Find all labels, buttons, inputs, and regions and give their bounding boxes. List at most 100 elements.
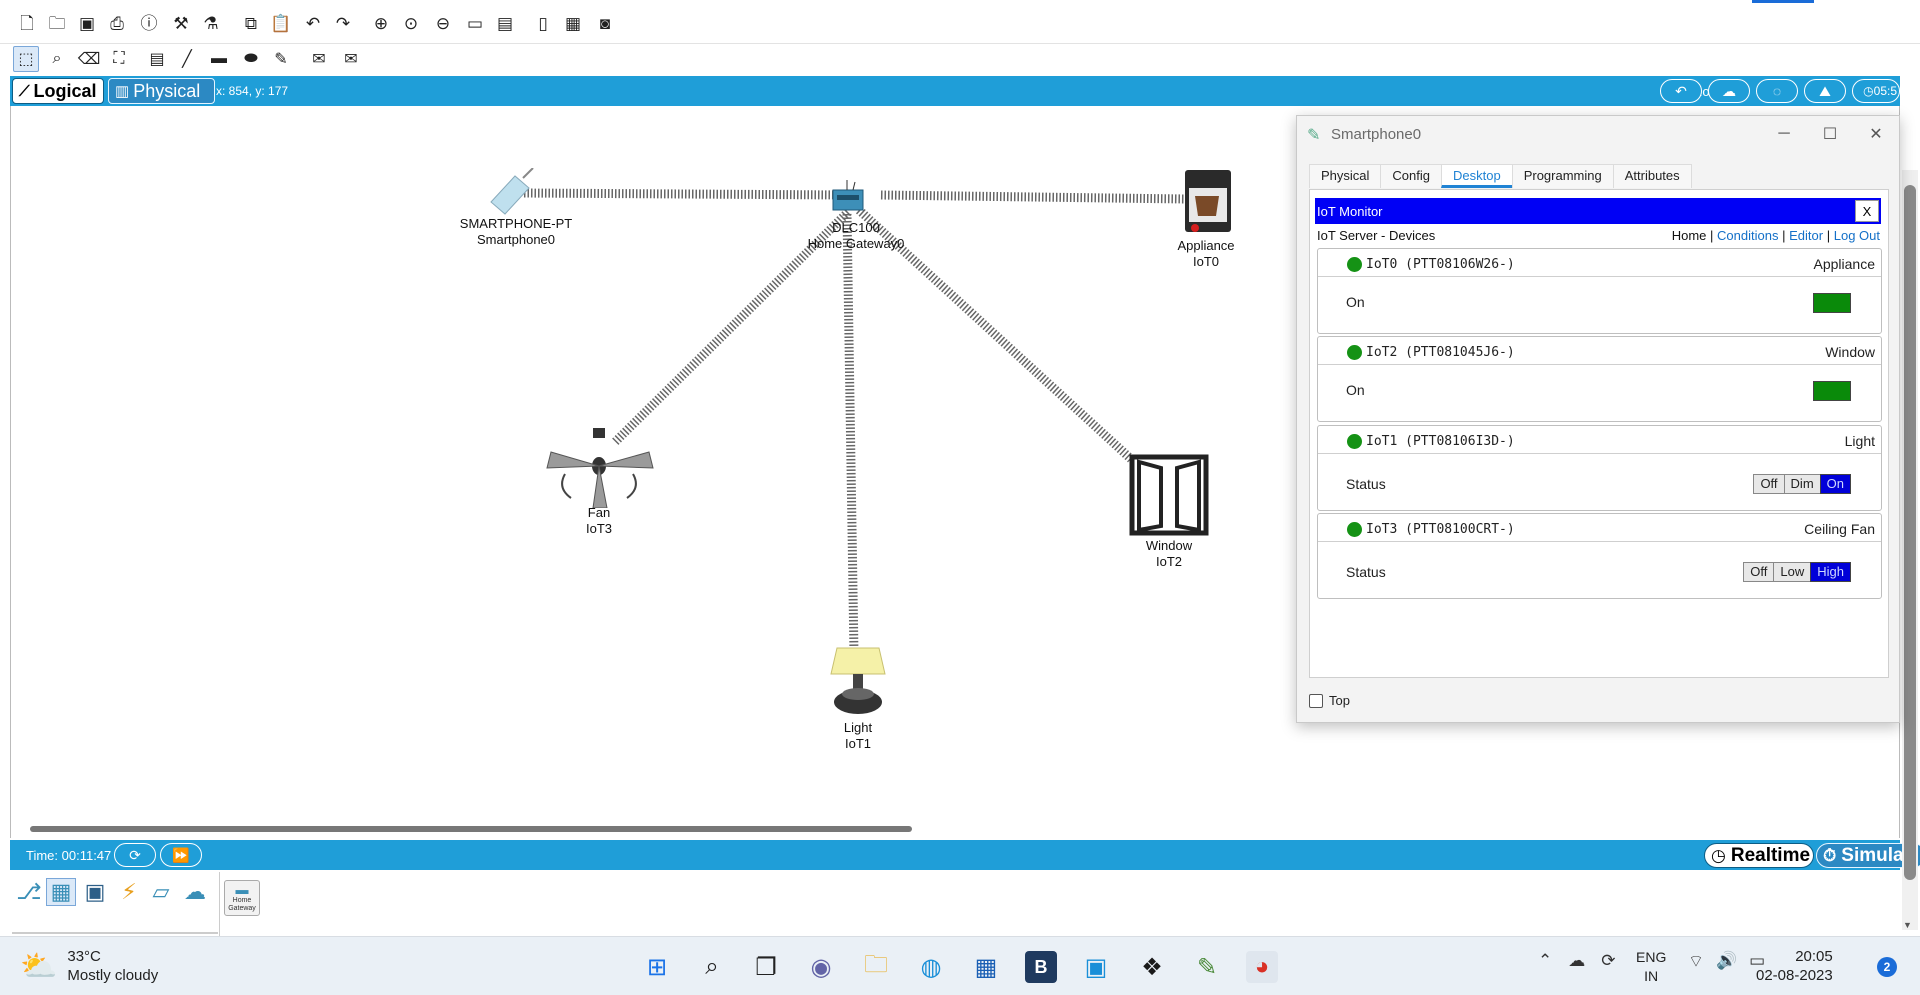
top-checkbox-box[interactable] (1309, 693, 1323, 708)
resize-shape-icon[interactable]: ⛶ (106, 46, 132, 72)
delete-icon[interactable]: ⌫ (76, 46, 102, 72)
new-file-icon[interactable]: 🗋 (16, 12, 38, 34)
tab-config[interactable]: Config (1380, 164, 1442, 188)
info-icon[interactable]: ⓘ (138, 12, 160, 34)
light-on-button[interactable]: On (1819, 474, 1851, 494)
dropbox-icon[interactable]: ❖ (1136, 951, 1168, 983)
back-icon[interactable]: ↶ (1660, 79, 1702, 103)
display-app-icon[interactable]: ▣ (1080, 951, 1112, 983)
home-gateway-icon[interactable] (827, 178, 869, 214)
device-card-header[interactable]: IoT3 (PTT08100CRT-) Ceiling Fan (1318, 514, 1881, 542)
close-icon[interactable]: ✕ (1853, 116, 1899, 152)
fan-device-icon[interactable] (541, 426, 657, 509)
inspect-icon[interactable]: ⌕ (44, 46, 70, 72)
weather-widget[interactable]: ⛅ 33°C Mostly cloudy (20, 947, 158, 985)
components-icon[interactable]: ▣ (80, 878, 110, 906)
place-note-icon[interactable]: ▤ (144, 46, 170, 72)
appliance-coffee-maker-icon[interactable] (1181, 166, 1235, 236)
clock-pill[interactable]: ◷ 05:5 (1852, 79, 1900, 103)
undo-icon[interactable]: ↶ (302, 12, 324, 34)
tab-desktop[interactable]: Desktop (1441, 164, 1513, 188)
device-card-header[interactable]: IoT1 (PTT08106I3D-) Light (1318, 426, 1881, 454)
window-device-icon[interactable] (1129, 454, 1209, 536)
zoom-in-icon[interactable]: ⊕ (370, 12, 392, 34)
device-card-header[interactable]: IoT2 (PTT081045J6-) Window (1318, 337, 1881, 365)
device-dialog-icon[interactable]: ▦ (562, 12, 584, 34)
freeform-icon[interactable]: ✎ (268, 46, 294, 72)
draw-ellipse-icon[interactable]: ⬬ (238, 46, 264, 72)
home-gateway-palette-item[interactable]: ▬ Home Gateway (224, 880, 260, 916)
paste-icon[interactable]: 📋 (270, 12, 292, 34)
edge-browser-icon[interactable]: ◍ (915, 951, 947, 983)
scroll-down-icon[interactable]: ▼ (1903, 920, 1912, 930)
taskbar-clock[interactable]: 20:05 02-08-2023 (1756, 947, 1833, 985)
drawing-palette-icon[interactable]: ▭ (464, 12, 486, 34)
window-titlebar[interactable]: ✎ Smartphone0 ─ ☐ ✕ (1297, 116, 1899, 152)
light-lamp-icon[interactable] (827, 646, 889, 720)
maximize-icon[interactable]: ☐ (1807, 116, 1853, 152)
teams-chat-icon[interactable]: ◉ (805, 951, 837, 983)
zoom-reset-icon[interactable]: ⊙ (400, 12, 422, 34)
connections-icon[interactable]: ⚡ (114, 878, 144, 906)
add-simple-pdu-icon[interactable]: ✉ (306, 46, 332, 72)
notification-badge[interactable]: 2 (1877, 957, 1897, 977)
file-explorer-icon[interactable]: 🗀 (860, 951, 892, 983)
viewport-icon[interactable]: ◌ (1756, 79, 1798, 103)
network-info-icon[interactable]: ⚗ (200, 12, 222, 34)
top-checkbox[interactable]: Top (1309, 693, 1350, 708)
horizontal-scrollbar[interactable] (30, 826, 912, 832)
monitor-close-button[interactable]: X (1855, 200, 1879, 222)
multiuser-icon[interactable]: ☁ (180, 878, 210, 906)
realtime-mode-button[interactable]: ◷ Realtime (1704, 843, 1814, 868)
notes-icon[interactable]: ▯ (532, 12, 554, 34)
custom-device-icon[interactable]: ▤ (494, 12, 516, 34)
booking-app-icon[interactable]: B (1025, 951, 1057, 983)
print-icon[interactable]: ⎙ (106, 12, 128, 34)
windows-start-icon[interactable]: ⊞ (641, 951, 673, 983)
onedrive-cloud-icon[interactable]: ☁ (1568, 951, 1585, 971)
nav-editor[interactable]: Editor (1789, 228, 1823, 243)
fan-low-button[interactable]: Low (1773, 562, 1812, 582)
light-dim-button[interactable]: Dim (1783, 474, 1821, 494)
power-cycle-icon[interactable]: ⟳ (114, 843, 156, 867)
tab-attributes[interactable]: Attributes (1612, 164, 1692, 188)
environment-icon[interactable]: ⛰ (1804, 79, 1846, 103)
add-complex-pdu-icon[interactable]: ✉ (338, 46, 364, 72)
draw-line-icon[interactable]: ╱ (174, 46, 200, 72)
select-tool-icon[interactable]: ⬚ (13, 46, 39, 72)
tab-physical-window[interactable]: Physical (1309, 164, 1382, 188)
network-devices-icon[interactable]: ⎇ (14, 878, 44, 906)
device-card-header[interactable]: IoT0 (PTT08106W26-) Appliance (1318, 249, 1881, 277)
light-off-button[interactable]: Off (1753, 474, 1785, 494)
miscellaneous-icon[interactable]: ▱ (146, 878, 176, 906)
microsoft-store-icon[interactable]: ▦ (970, 951, 1002, 983)
minimize-icon[interactable]: ─ (1761, 116, 1807, 152)
show-hidden-icon[interactable]: ⌃ (1538, 951, 1552, 971)
language-indicator[interactable]: ENG IN (1636, 948, 1666, 986)
nav-home[interactable]: Home (1672, 228, 1707, 243)
redo-icon[interactable]: ↷ (332, 12, 354, 34)
fan-off-button[interactable]: Off (1743, 562, 1775, 582)
packet-tracer-icon[interactable]: ✎ (1191, 951, 1223, 983)
fast-forward-icon[interactable]: ⏩ (160, 843, 202, 867)
tab-logical[interactable]: ⟋ Logical (12, 78, 104, 104)
nav-logout[interactable]: Log Out (1834, 228, 1880, 243)
task-view-icon[interactable]: ❐ (750, 951, 782, 983)
smartphone-device-icon[interactable] (485, 167, 539, 216)
chrome-icon[interactable]: ◕ (1246, 951, 1278, 983)
save-icon[interactable]: ▣ (76, 12, 98, 34)
copy-icon[interactable]: ⧉ (240, 12, 262, 34)
fan-high-button[interactable]: High (1810, 562, 1851, 582)
search-icon[interactable]: ⌕ (696, 951, 728, 983)
cluster-icon[interactable]: ☁ (1708, 79, 1750, 103)
tab-programming[interactable]: Programming (1511, 164, 1614, 188)
quick-settings[interactable]: ⌔ 🔊 ▭ (1688, 951, 1765, 972)
sync-icon[interactable]: ⟳ (1601, 951, 1615, 971)
activity-wizard-icon[interactable]: ⚒ (170, 12, 192, 34)
screenshot-icon[interactable]: ◙ (594, 12, 616, 34)
nav-conditions[interactable]: Conditions (1717, 228, 1778, 243)
end-devices-icon[interactable]: ▦ (46, 878, 76, 906)
draw-rectangle-icon[interactable]: ▬ (206, 46, 232, 72)
tab-physical[interactable]: ▥ Physical (108, 78, 215, 104)
open-folder-icon[interactable]: 🗀 (46, 12, 68, 34)
